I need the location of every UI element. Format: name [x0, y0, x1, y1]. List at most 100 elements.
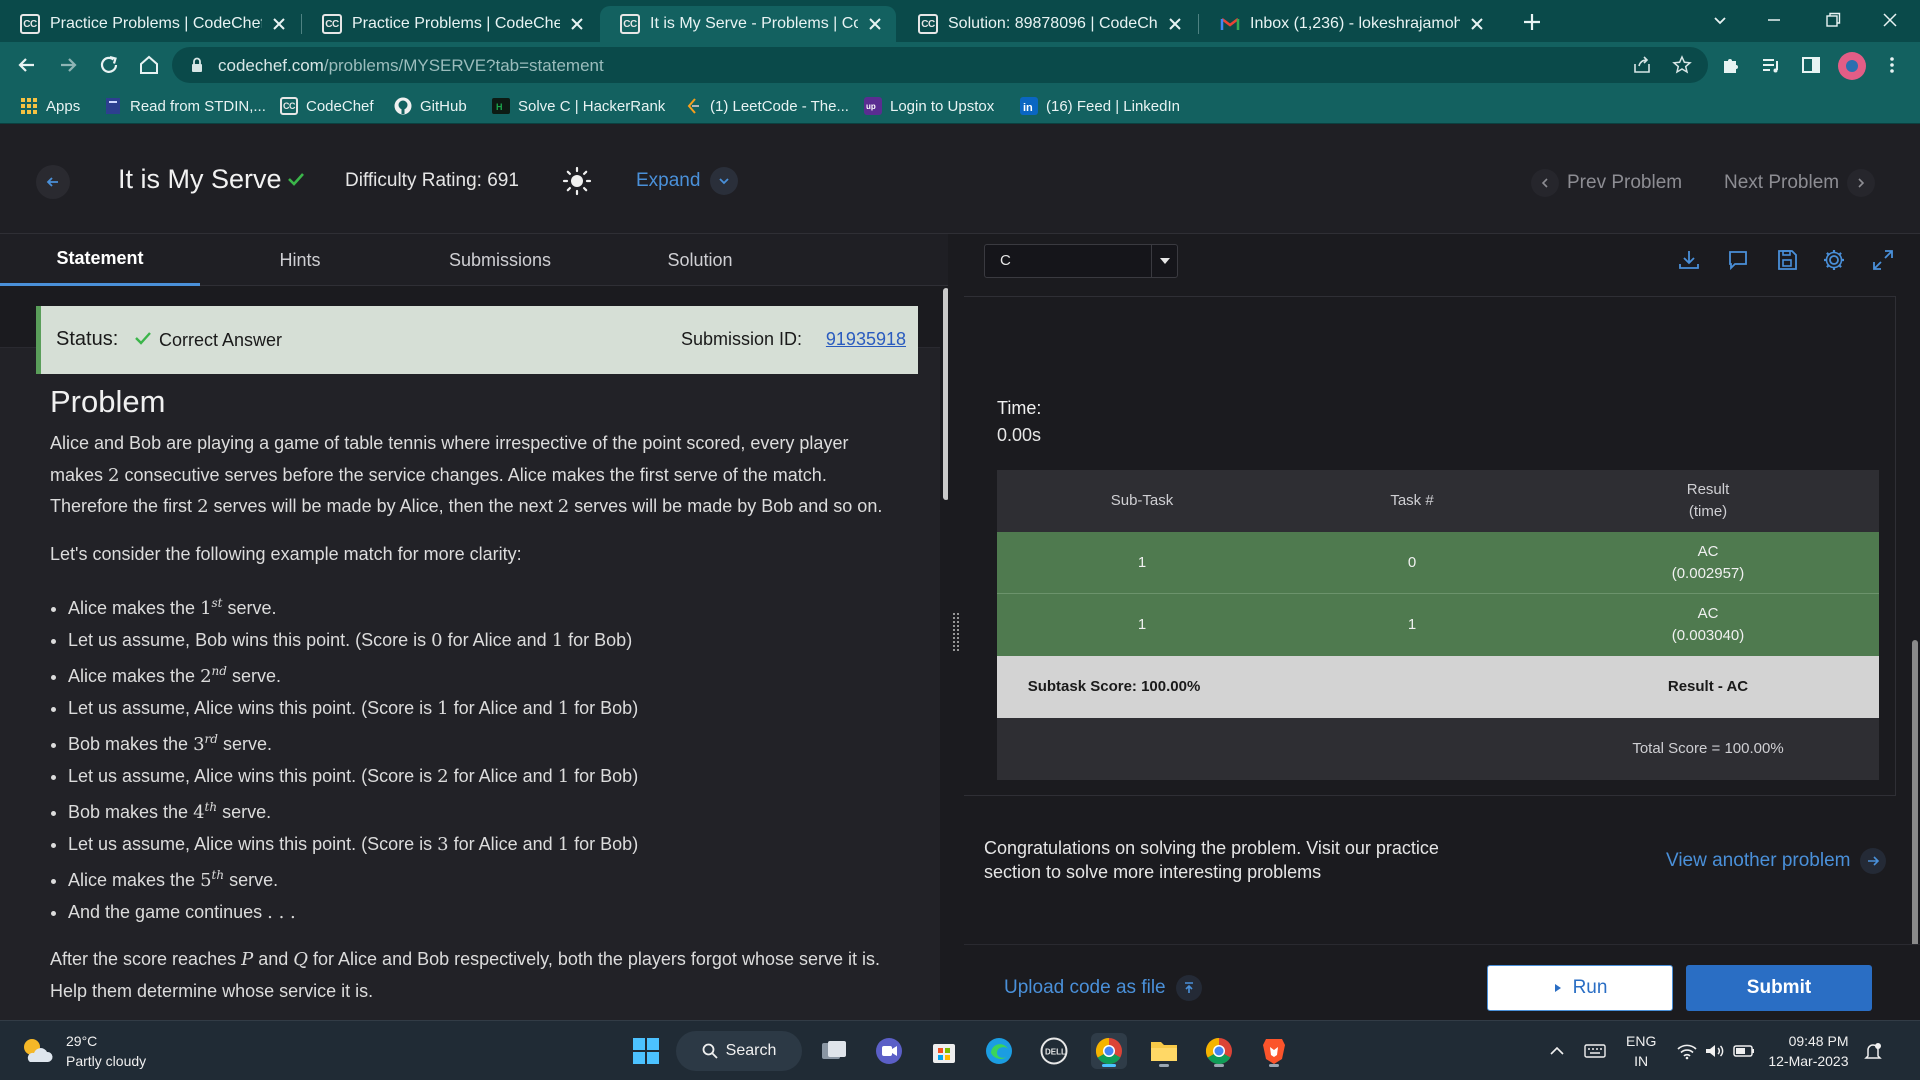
bookmark-linkedin[interactable]: in (16) Feed | LinkedIn	[1020, 94, 1180, 118]
taskbar-search[interactable]: Search	[676, 1031, 802, 1071]
view-another-problem-link[interactable]: View another problem	[1666, 848, 1887, 874]
bookmark-upstox[interactable]: up Login to Upstox	[864, 94, 994, 118]
partly-cloudy-icon	[24, 1039, 53, 1062]
chrome-active-button[interactable]	[1091, 1033, 1127, 1069]
edge-browser-button[interactable]	[981, 1033, 1017, 1069]
keyboard-icon[interactable]	[1584, 1042, 1606, 1060]
tab-hints[interactable]: Hints	[200, 234, 400, 286]
lock-icon[interactable]	[190, 57, 204, 73]
view-another-label: View another problem	[1666, 850, 1851, 871]
back-button[interactable]	[36, 165, 70, 199]
codechef-icon: CC	[918, 14, 938, 34]
prev-problem-button[interactable]: Prev Problem	[1531, 169, 1682, 197]
close-icon[interactable]	[270, 15, 288, 33]
settings-gear-icon[interactable]	[1821, 247, 1847, 273]
comment-icon[interactable]	[1725, 247, 1751, 273]
chevron-up-icon[interactable]	[1548, 1042, 1566, 1060]
address-bar[interactable]: codechef.com/problems/MYSERVE?tab=statem…	[172, 47, 1708, 83]
weather-widget[interactable]: 29°C Partly cloudy	[20, 1031, 146, 1071]
notification-icon[interactable]	[1863, 1041, 1883, 1061]
table-header: Sub-Task Task # Result (time)	[997, 470, 1879, 532]
reading-list-icon[interactable]	[1761, 55, 1781, 75]
bookmark-leetcode[interactable]: (1) LeetCode - The...	[684, 94, 849, 118]
profile-avatar[interactable]	[1838, 52, 1866, 80]
tab-statement[interactable]: Statement	[0, 234, 200, 286]
search-icon	[702, 1043, 718, 1059]
bookmark-label: Apps	[46, 97, 81, 115]
language-select[interactable]: C	[984, 244, 1178, 278]
tab-search-chevron-icon[interactable]	[1710, 10, 1730, 30]
submit-button[interactable]: Submit	[1686, 965, 1872, 1011]
save-icon[interactable]	[1774, 247, 1800, 273]
arrow-right-icon	[1860, 848, 1887, 874]
close-icon[interactable]	[1166, 15, 1184, 33]
new-tab-icon[interactable]	[1521, 11, 1543, 33]
browser-tab[interactable]: Inbox (1,236) - lokeshrajamohan	[1200, 6, 1498, 42]
microsoft-store-button[interactable]	[926, 1033, 962, 1069]
brave-browser-button[interactable]	[1256, 1033, 1292, 1069]
bookmark-apps[interactable]: Apps	[20, 94, 80, 118]
upload-icon	[1175, 975, 1202, 1001]
bookmark-read-stdin[interactable]: Read from STDIN,...	[104, 94, 266, 118]
close-icon[interactable]	[568, 15, 586, 33]
congrats-line: Congratulations on solving the problem. …	[984, 838, 1439, 858]
wifi-icon[interactable]	[1676, 1042, 1698, 1060]
caret-down-icon	[1151, 245, 1177, 277]
input-language[interactable]: ENG IN	[1626, 1031, 1656, 1071]
close-icon[interactable]	[1468, 15, 1486, 33]
dell-app-button[interactable]: DELL	[1036, 1033, 1072, 1069]
browser-tab[interactable]: CC Practice Problems | CodeChef	[0, 6, 300, 42]
next-problem-button[interactable]: Next Problem	[1724, 169, 1876, 197]
statement-paragraph: After the score reaches P and Q for Alic…	[50, 949, 880, 1001]
browser-tab[interactable]: CC Practice Problems | CodeChef	[302, 6, 598, 42]
browser-tab-active[interactable]: CC It is My Serve - Problems | CodeC	[600, 6, 896, 42]
extensions-puzzle-icon[interactable]	[1721, 55, 1741, 75]
reload-icon[interactable]	[96, 52, 122, 78]
browser-tab[interactable]: CC Solution: 89878096 | CodeChef	[898, 6, 1196, 42]
clock[interactable]: 09:48 PM 12-Mar-2023	[1768, 1031, 1848, 1071]
close-window-icon[interactable]	[1880, 10, 1900, 30]
start-button[interactable]	[628, 1033, 664, 1069]
bookmark-star-icon[interactable]	[1672, 55, 1692, 75]
restore-icon[interactable]	[1823, 10, 1843, 30]
running-indicator	[1159, 1064, 1169, 1067]
bookmark-codechef[interactable]: CC CodeChef	[280, 94, 374, 118]
download-icon[interactable]	[1676, 247, 1702, 273]
submission-id-link[interactable]: 91935918	[826, 329, 906, 350]
run-label: Run	[1572, 977, 1608, 998]
home-icon[interactable]	[136, 52, 162, 78]
task-view-button[interactable]	[816, 1033, 852, 1069]
file-explorer-button[interactable]	[1146, 1033, 1182, 1069]
share-icon[interactable]	[1632, 55, 1652, 75]
tab-title: Practice Problems | CodeChef	[50, 15, 262, 32]
upload-label: Upload code as file	[1004, 977, 1166, 998]
bookmark-hackerrank[interactable]: H Solve C | HackerRank	[492, 94, 665, 118]
chrome-profile-button[interactable]	[1201, 1033, 1237, 1069]
teams-chat-button[interactable]	[871, 1033, 907, 1069]
fullscreen-icon[interactable]	[1870, 247, 1896, 273]
tab-submissions[interactable]: Submissions	[400, 234, 600, 286]
brave-icon	[1263, 1039, 1285, 1064]
drag-handle-icon[interactable]	[952, 612, 960, 652]
side-panel-icon[interactable]	[1801, 55, 1821, 75]
lang-code: ENG	[1626, 1033, 1657, 1049]
back-arrow-icon[interactable]	[14, 52, 40, 78]
upload-code-button[interactable]: Upload code as file	[1004, 975, 1202, 1001]
run-button[interactable]: Run	[1487, 965, 1673, 1011]
battery-icon[interactable]	[1732, 1042, 1756, 1060]
forward-arrow-icon[interactable]	[55, 52, 81, 78]
running-indicator	[1214, 1064, 1224, 1067]
linkedin-icon: in	[1020, 97, 1038, 115]
bookmark-github[interactable]: GitHub	[394, 94, 467, 118]
minimize-icon[interactable]	[1764, 10, 1784, 30]
leetcode-icon	[684, 97, 702, 115]
task-view-icon	[822, 1041, 846, 1059]
expand-button[interactable]: Expand	[636, 170, 700, 192]
close-icon[interactable]	[866, 15, 884, 33]
tab-solution[interactable]: Solution	[600, 234, 800, 286]
more-vertical-icon[interactable]	[1882, 55, 1902, 75]
theme-toggle-sun-icon[interactable]	[562, 166, 592, 196]
expand-toggle[interactable]	[710, 167, 738, 195]
header-subtask: Sub-Task	[1110, 492, 1174, 509]
volume-icon[interactable]	[1704, 1042, 1726, 1060]
